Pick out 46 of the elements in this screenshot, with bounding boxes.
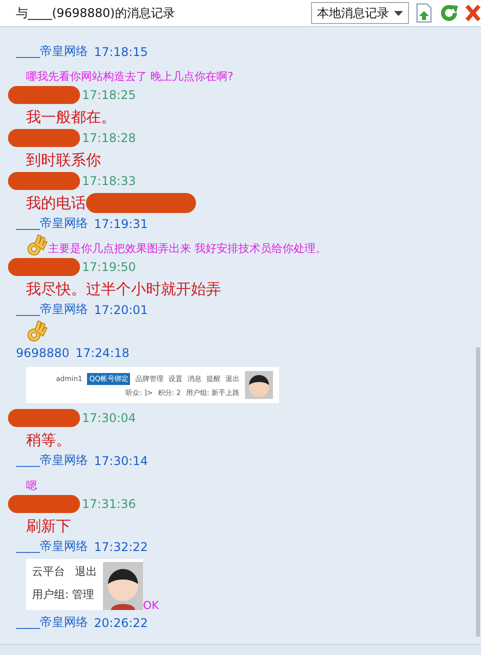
message-time: 17:18:25 — [82, 88, 136, 102]
redaction-mark — [8, 128, 80, 146]
sender-name: ____帝皇网络 — [16, 538, 88, 555]
caret-icon — [394, 10, 403, 16]
export-page-icon[interactable] — [415, 3, 433, 23]
message-time: 17:30:04 — [82, 410, 136, 424]
message-time: 17:19:31 — [94, 216, 148, 230]
message-time: 17:18:28 — [82, 130, 136, 144]
message-time: 17:19:50 — [82, 260, 136, 274]
message-time: 20:26:22 — [94, 616, 148, 630]
avatar-figure — [245, 371, 274, 399]
message-time: 17:32:22 — [94, 540, 148, 554]
source-dropdown[interactable]: 本地消息记录 — [311, 2, 409, 24]
message-text: 主要是你几点把效果图弄出来 我好安排技术员给你处理。 — [48, 241, 326, 256]
group-text: 用户组: 管理 — [32, 587, 94, 602]
sender-name: 9698880 — [16, 346, 70, 360]
redaction-mark — [8, 86, 80, 104]
message-text: 哪我先看你网站构造去了 晚上几点你在啊? — [26, 69, 234, 84]
sender-name: ____帝皇网络 — [16, 614, 88, 631]
message-text: 嗯 — [26, 478, 37, 493]
scrollbar[interactable] — [476, 347, 480, 637]
message-text: 到时联系你 — [26, 151, 101, 170]
message-text: 稍等。 — [26, 431, 71, 450]
message-text: OK — [143, 599, 159, 612]
message-time: 17:18:33 — [82, 174, 136, 188]
redaction-mark — [8, 494, 80, 512]
redaction-mark — [8, 172, 80, 190]
sender-name: ____帝皇网络 — [16, 215, 88, 232]
message-text: 我一般都在。 — [26, 108, 116, 127]
message-time: 17:31:36 — [82, 496, 136, 510]
message-text: 我的电话 — [26, 194, 86, 213]
refresh-icon[interactable] — [439, 3, 459, 23]
sender-name: ____帝皇网络 — [16, 452, 88, 469]
message-time: 17:24:18 — [75, 346, 130, 360]
avatar-figure — [103, 562, 143, 610]
close-icon[interactable] — [465, 4, 481, 22]
redaction-mark — [8, 408, 80, 426]
message-time: 17:20:01 — [94, 302, 148, 316]
redaction-mark — [8, 258, 80, 276]
window-title: 与____(9698880)的消息记录 — [16, 4, 175, 22]
message-text: 刷新下 — [26, 517, 71, 536]
sender-name: ____帝皇网络 — [16, 301, 88, 318]
message-text: 我尽快。过半个小时就开始弄 — [26, 280, 221, 299]
message-time: 17:18:15 — [94, 44, 148, 58]
message-time: 17:30:14 — [94, 454, 148, 468]
sender-name: ____帝皇网络 — [16, 43, 88, 60]
